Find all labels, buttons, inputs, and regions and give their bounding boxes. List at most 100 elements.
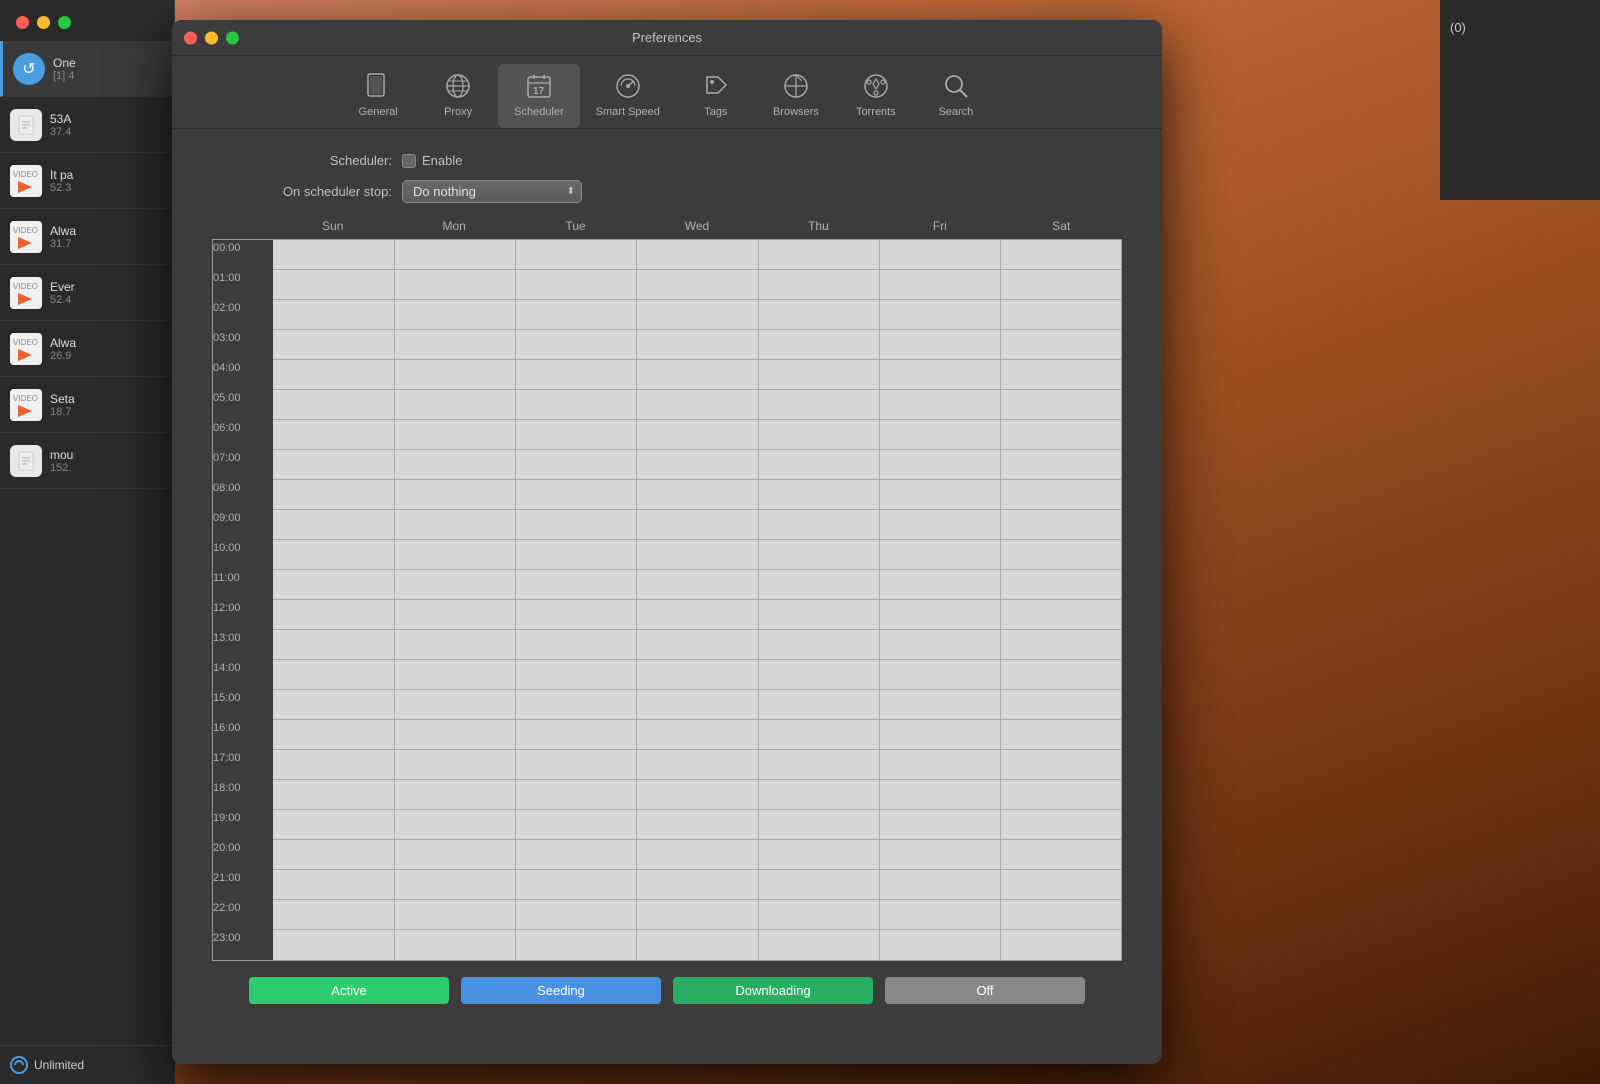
grid-cell-11-0[interactable]: [273, 570, 394, 600]
grid-cell-17-3[interactable]: [636, 750, 757, 780]
grid-cell-21-6[interactable]: [1000, 870, 1121, 900]
grid-cell-17-2[interactable]: [515, 750, 636, 780]
grid-cell-13-2[interactable]: [515, 630, 636, 660]
grid-cell-18-0[interactable]: [273, 780, 394, 810]
grid-cell-22-5[interactable]: [879, 900, 1000, 930]
grid-cell-13-6[interactable]: [1000, 630, 1121, 660]
grid-cell-19-3[interactable]: [636, 810, 757, 840]
toolbar-item-torrents[interactable]: Torrents: [836, 64, 916, 128]
grid-cell-7-5[interactable]: [879, 450, 1000, 480]
grid-cell-16-1[interactable]: [394, 720, 515, 750]
grid-cell-3-0[interactable]: [273, 330, 394, 360]
grid-cell-15-4[interactable]: [758, 690, 879, 720]
grid-cell-14-1[interactable]: [394, 660, 515, 690]
sidebar-item-5[interactable]: VIDEO Alwa 26.9: [0, 321, 174, 377]
grid-cell-16-2[interactable]: [515, 720, 636, 750]
grid-cell-0-0[interactable]: [273, 240, 394, 270]
grid-cell-1-4[interactable]: [758, 270, 879, 300]
grid-cell-1-6[interactable]: [1000, 270, 1121, 300]
grid-cell-6-4[interactable]: [758, 420, 879, 450]
grid-cell-18-1[interactable]: [394, 780, 515, 810]
grid-cell-22-3[interactable]: [636, 900, 757, 930]
grid-cell-5-0[interactable]: [273, 390, 394, 420]
grid-cell-3-1[interactable]: [394, 330, 515, 360]
grid-cell-2-0[interactable]: [273, 300, 394, 330]
grid-cell-4-1[interactable]: [394, 360, 515, 390]
grid-cell-11-4[interactable]: [758, 570, 879, 600]
grid-cell-2-6[interactable]: [1000, 300, 1121, 330]
legend-downloading[interactable]: Downloading: [673, 977, 873, 1004]
grid-cell-19-5[interactable]: [879, 810, 1000, 840]
grid-cell-1-2[interactable]: [515, 270, 636, 300]
sidebar-item-7[interactable]: mou 152.: [0, 433, 174, 489]
grid-cell-17-5[interactable]: [879, 750, 1000, 780]
grid-cell-21-2[interactable]: [515, 870, 636, 900]
grid-cell-10-5[interactable]: [879, 540, 1000, 570]
grid-cell-12-0[interactable]: [273, 600, 394, 630]
grid-cell-11-5[interactable]: [879, 570, 1000, 600]
grid-cell-8-3[interactable]: [636, 480, 757, 510]
grid-cell-22-6[interactable]: [1000, 900, 1121, 930]
grid-cell-14-3[interactable]: [636, 660, 757, 690]
grid-cell-23-5[interactable]: [879, 930, 1000, 960]
grid-cell-0-1[interactable]: [394, 240, 515, 270]
grid-cell-5-3[interactable]: [636, 390, 757, 420]
grid-cell-11-1[interactable]: [394, 570, 515, 600]
grid-cell-0-3[interactable]: [636, 240, 757, 270]
grid-cell-0-6[interactable]: [1000, 240, 1121, 270]
sidebar-item-0[interactable]: ↺ One [1] 4: [0, 41, 174, 97]
grid-cell-6-3[interactable]: [636, 420, 757, 450]
grid-cell-18-6[interactable]: [1000, 780, 1121, 810]
grid-cell-20-6[interactable]: [1000, 840, 1121, 870]
grid-cell-4-0[interactable]: [273, 360, 394, 390]
legend-active[interactable]: Active: [249, 977, 449, 1004]
grid-cell-10-1[interactable]: [394, 540, 515, 570]
grid-cell-9-6[interactable]: [1000, 510, 1121, 540]
sidebar-item-6[interactable]: VIDEO Seta 18.7: [0, 377, 174, 433]
grid-cell-23-3[interactable]: [636, 930, 757, 960]
grid-cell-21-1[interactable]: [394, 870, 515, 900]
grid-cell-17-4[interactable]: [758, 750, 879, 780]
grid-cell-10-2[interactable]: [515, 540, 636, 570]
grid-cell-19-0[interactable]: [273, 810, 394, 840]
grid-cell-12-2[interactable]: [515, 600, 636, 630]
traffic-light-green[interactable]: [58, 16, 71, 29]
grid-cell-7-1[interactable]: [394, 450, 515, 480]
grid-cell-6-5[interactable]: [879, 420, 1000, 450]
grid-cell-5-1[interactable]: [394, 390, 515, 420]
grid-cell-22-2[interactable]: [515, 900, 636, 930]
grid-cell-15-3[interactable]: [636, 690, 757, 720]
grid-cell-19-6[interactable]: [1000, 810, 1121, 840]
window-maximize-button[interactable]: [226, 31, 239, 44]
grid-cell-17-6[interactable]: [1000, 750, 1121, 780]
grid-cell-2-3[interactable]: [636, 300, 757, 330]
grid-cell-20-1[interactable]: [394, 840, 515, 870]
grid-cell-15-5[interactable]: [879, 690, 1000, 720]
grid-cell-18-4[interactable]: [758, 780, 879, 810]
grid-cell-7-2[interactable]: [515, 450, 636, 480]
toolbar-item-tags[interactable]: Tags: [676, 64, 756, 128]
grid-cell-12-5[interactable]: [879, 600, 1000, 630]
grid-cell-8-0[interactable]: [273, 480, 394, 510]
grid-cell-2-2[interactable]: [515, 300, 636, 330]
enable-checkbox[interactable]: [402, 154, 416, 168]
grid-cell-3-3[interactable]: [636, 330, 757, 360]
sidebar-item-4[interactable]: VIDEO Ever 52.4: [0, 265, 174, 321]
toolbar-item-search[interactable]: Search: [916, 64, 996, 128]
grid-cell-4-2[interactable]: [515, 360, 636, 390]
grid-cell-10-6[interactable]: [1000, 540, 1121, 570]
grid-cell-10-3[interactable]: [636, 540, 757, 570]
grid-cell-8-1[interactable]: [394, 480, 515, 510]
grid-cell-1-5[interactable]: [879, 270, 1000, 300]
legend-seeding[interactable]: Seeding: [461, 977, 661, 1004]
grid-cell-7-0[interactable]: [273, 450, 394, 480]
grid-cell-5-5[interactable]: [879, 390, 1000, 420]
grid-cell-6-6[interactable]: [1000, 420, 1121, 450]
grid-cell-8-5[interactable]: [879, 480, 1000, 510]
grid-cell-4-4[interactable]: [758, 360, 879, 390]
grid-cell-13-5[interactable]: [879, 630, 1000, 660]
grid-cell-21-5[interactable]: [879, 870, 1000, 900]
window-close-button[interactable]: [184, 31, 197, 44]
grid-cell-21-3[interactable]: [636, 870, 757, 900]
grid-cell-3-4[interactable]: [758, 330, 879, 360]
